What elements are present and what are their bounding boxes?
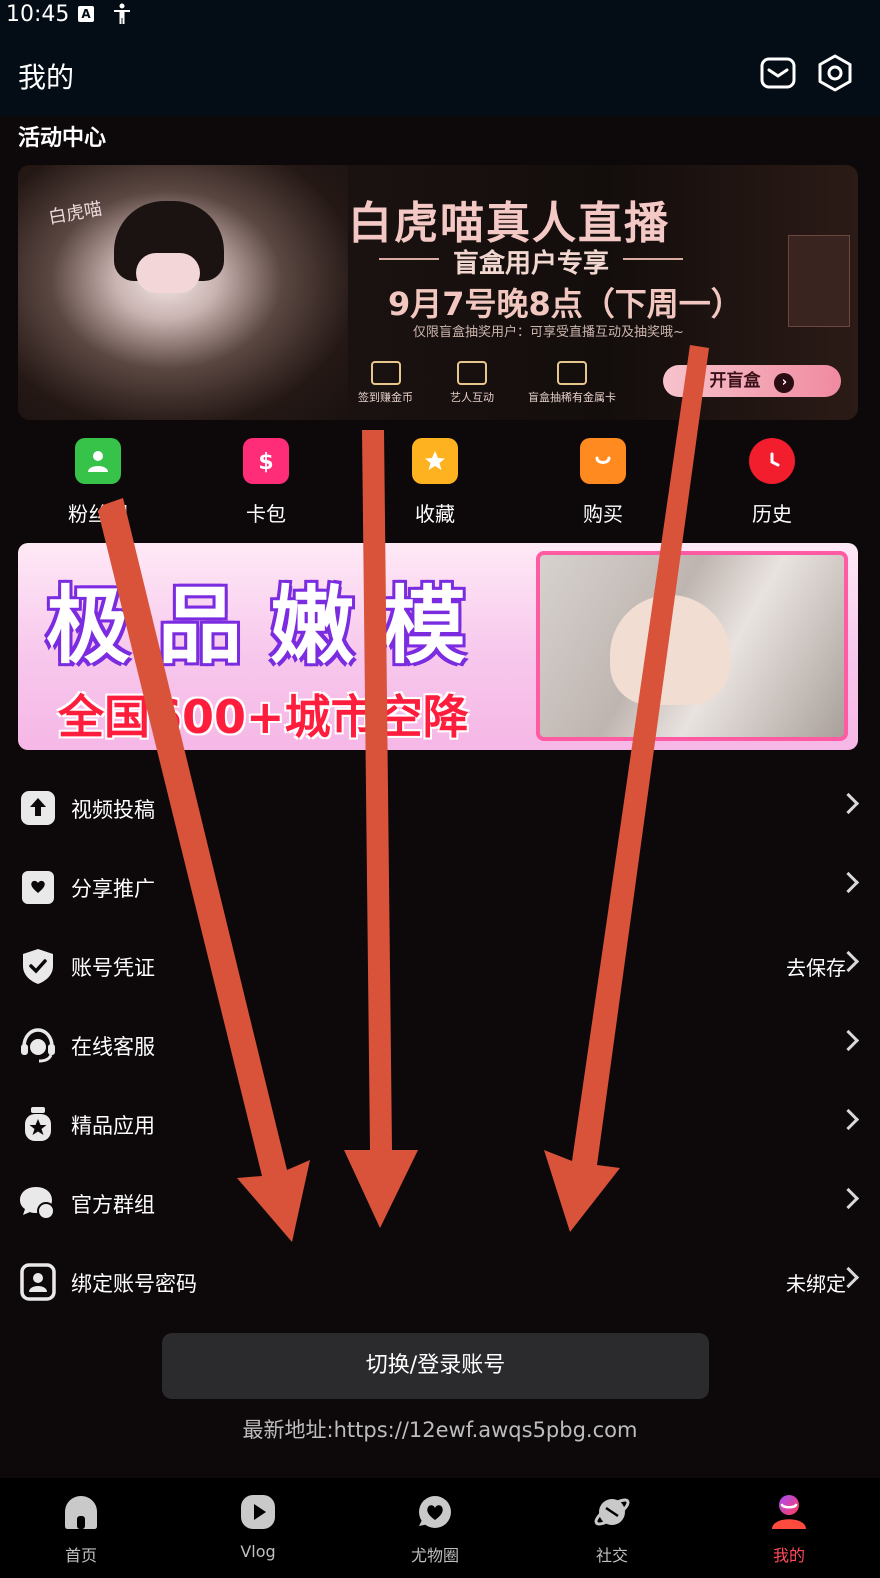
quick-action-label: 收藏 xyxy=(415,502,455,526)
wallet-icon: $ xyxy=(243,438,289,484)
menu-item-label: 官方群组 xyxy=(71,1193,155,1217)
banner-feature: 艺人互动 xyxy=(450,361,494,405)
menu-item-official-group[interactable]: 官方群组 xyxy=(0,1163,880,1242)
chevron-right-icon xyxy=(837,792,860,815)
tab-label: 社交 xyxy=(595,1546,628,1565)
menu-item-label: 分享推广 xyxy=(71,877,155,901)
shopping-bag-icon xyxy=(580,438,626,484)
status-bar: 10:45 A xyxy=(0,0,880,30)
latest-address: 最新地址:https://12ewf.awqs5pbg.com xyxy=(242,1418,638,1442)
quick-action-label: 购买 xyxy=(583,502,623,526)
activity-banner[interactable]: 白虎喵 白虎喵真人直播 盲盒用户专享 9月7号晚8点（下周一） 仅限盲盒抽奖用户… xyxy=(18,165,858,420)
mail-icon[interactable] xyxy=(760,56,796,90)
clock-icon xyxy=(749,438,795,484)
apps-icon xyxy=(25,1107,51,1141)
chevron-right-icon xyxy=(837,1108,860,1131)
banner-photo: 白虎喵 xyxy=(18,165,348,420)
activity-center-title: 活动中心 xyxy=(18,126,107,151)
promo-figure xyxy=(610,595,730,705)
quick-action-label: 粉丝团 xyxy=(68,502,128,526)
tab-circle[interactable]: 尤物圈 xyxy=(375,1492,495,1566)
menu-item-featured-apps[interactable]: 精品应用 xyxy=(0,1084,880,1163)
profile-icon xyxy=(772,1495,806,1529)
chat-group-icon xyxy=(20,1187,55,1220)
star-icon xyxy=(412,438,458,484)
gift-icon xyxy=(557,361,587,385)
menu-item-label: 绑定账号密码 xyxy=(71,1272,197,1296)
upload-icon xyxy=(21,791,55,825)
arrow-right-icon: › xyxy=(774,373,795,393)
chevron-right-icon xyxy=(837,1029,860,1052)
quick-action-history[interactable]: 历史 xyxy=(712,438,832,527)
banner-feature-label: 艺人互动 xyxy=(450,391,494,404)
headset-icon xyxy=(21,1028,55,1063)
page-title: 我的 xyxy=(18,61,75,94)
notification-a-icon: A xyxy=(78,6,94,22)
menu-item-label: 精品应用 xyxy=(71,1114,155,1138)
menu-item-bind-account[interactable]: 绑定账号密码 未绑定 xyxy=(0,1242,880,1321)
bottom-tab-bar: 首页 Vlog 尤物圈 社交 我的 xyxy=(0,1478,880,1578)
accessibility-icon xyxy=(114,3,130,24)
menu-item-share[interactable]: 分享推广 xyxy=(0,847,880,926)
promo-banner[interactable]: 极品嫩模 全国600+城市空降 xyxy=(18,543,858,750)
banner-datetime: 9月7号晚8点（下周一） xyxy=(388,285,743,323)
open-blind-box-button[interactable]: 开盲盒 › xyxy=(663,365,841,397)
shield-icon xyxy=(23,949,53,984)
heart-bubble-icon xyxy=(419,1496,451,1528)
tab-label: 尤物圈 xyxy=(410,1546,459,1565)
quick-actions: 粉丝团 $ 卡包 收藏 购买 历史 xyxy=(0,438,880,528)
menu-item-value: 未绑定 xyxy=(786,1272,846,1296)
banner-note: 仅限盲盒抽奖用户：可享受直播互动及抽奖哦~ xyxy=(413,325,684,340)
tab-label: Vlog xyxy=(240,1542,276,1561)
promo-photo xyxy=(536,551,848,741)
promo-headline: 极品嫩模 xyxy=(46,577,495,675)
menu-item-label: 视频投稿 xyxy=(71,798,155,822)
quick-action-favorites[interactable]: 收藏 xyxy=(375,438,495,527)
banner-feature-label: 盲盒抽稀有金属卡 xyxy=(528,391,616,404)
chevron-right-icon xyxy=(837,871,860,894)
gift-box-decoration xyxy=(788,235,850,327)
settings-icon[interactable] xyxy=(816,54,854,92)
quick-action-label: 历史 xyxy=(752,502,792,526)
banner-feature: 盲盒抽稀有金属卡 xyxy=(528,361,616,405)
menu-item-video-upload[interactable]: 视频投稿 xyxy=(0,768,880,847)
fan-club-icon xyxy=(75,438,121,484)
banner-headline: 白虎喵真人直播 xyxy=(348,198,670,249)
share-icon xyxy=(22,871,54,904)
tab-label: 我的 xyxy=(772,1546,805,1565)
coin-icon xyxy=(370,361,401,385)
chat-icon xyxy=(457,361,487,385)
quick-action-fan-club[interactable]: 粉丝团 xyxy=(38,438,158,527)
menu-item-account-credential[interactable]: 账号凭证 去保存 xyxy=(0,926,880,1005)
menu-item-value: 去保存 xyxy=(786,956,846,980)
status-time: 10:45 xyxy=(6,2,70,27)
quick-action-label: 卡包 xyxy=(246,502,286,526)
quick-action-purchase[interactable]: 购买 xyxy=(543,438,663,527)
tab-label: 首页 xyxy=(64,1546,97,1565)
banner-script-text: 白虎喵 xyxy=(46,198,104,229)
banner-figure-mask xyxy=(136,253,200,293)
menu-item-label: 在线客服 xyxy=(71,1035,155,1059)
promo-subline: 全国600+城市空降 xyxy=(58,690,469,744)
banner-subheadline: 盲盒用户专享 xyxy=(378,243,684,280)
switch-login-account-button[interactable]: 切换/登录账号 xyxy=(162,1333,709,1399)
open-blind-box-label: 开盲盒 xyxy=(709,371,761,391)
banner-feature: 签到赚金币 xyxy=(358,361,413,405)
tab-home[interactable]: 首页 xyxy=(21,1492,141,1566)
tab-vlog[interactable]: Vlog xyxy=(198,1492,318,1561)
app-bar: 我的 xyxy=(0,30,880,116)
tab-mine[interactable]: 我的 xyxy=(729,1492,849,1566)
planet-icon xyxy=(594,1498,630,1526)
id-card-icon xyxy=(20,1263,56,1301)
quick-action-wallet[interactable]: $ 卡包 xyxy=(206,438,326,527)
menu-item-customer-service[interactable]: 在线客服 xyxy=(0,1005,880,1084)
menu-item-label: 账号凭证 xyxy=(71,956,155,980)
svg-text:$: $ xyxy=(258,450,273,474)
banner-feature-label: 签到赚金币 xyxy=(358,391,413,404)
home-icon xyxy=(65,1496,97,1529)
tab-social[interactable]: 社交 xyxy=(552,1492,672,1566)
chevron-right-icon xyxy=(837,1187,860,1210)
play-icon xyxy=(241,1495,275,1529)
